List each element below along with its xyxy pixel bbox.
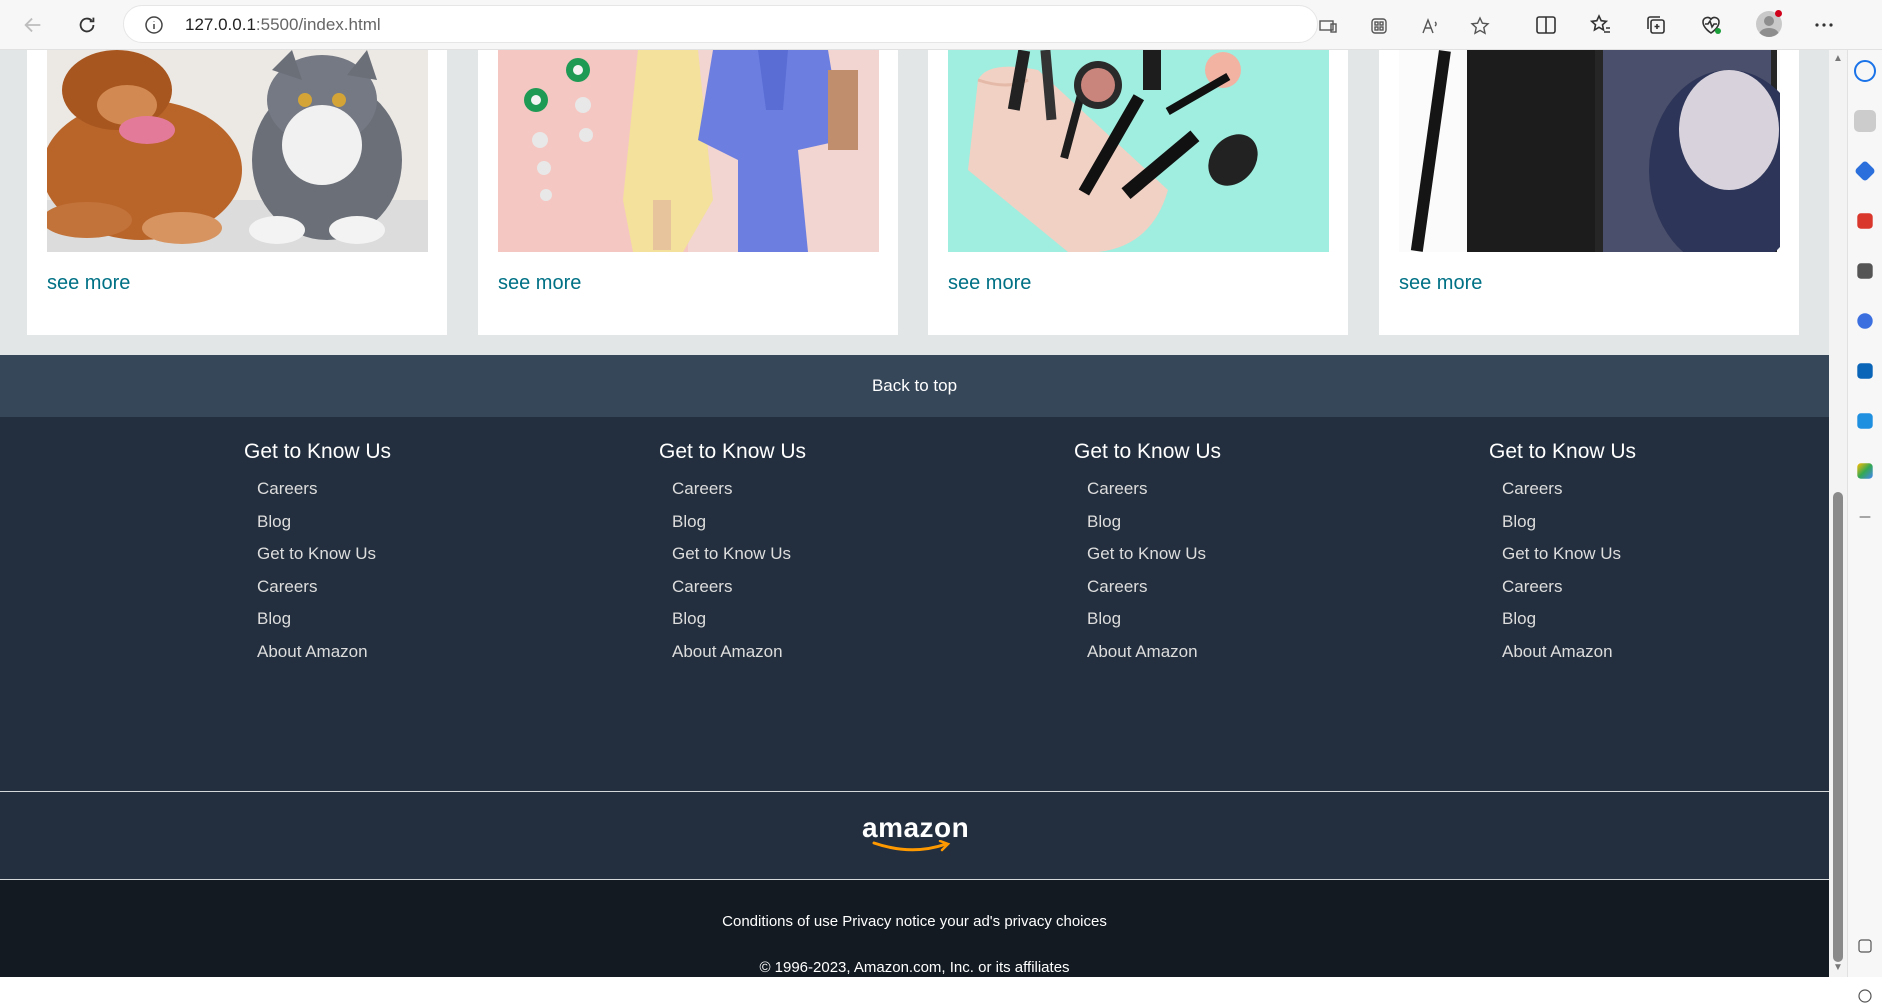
footer-link[interactable]: Blog	[672, 506, 959, 539]
games-icon[interactable]	[1857, 263, 1873, 279]
back-to-top-button[interactable]: Back to top	[0, 355, 1829, 417]
outlook-icon[interactable]	[1857, 363, 1873, 379]
card-image-beauty[interactable]	[948, 50, 1329, 252]
category-card: see more	[478, 50, 898, 335]
footer-column-heading: Get to Know Us	[244, 440, 392, 463]
collections-icon[interactable]	[1644, 13, 1668, 37]
footer-column: Get to Know Us Careers Blog Get to Know …	[1074, 440, 1374, 668]
drive-icon[interactable]	[1857, 463, 1873, 479]
footer-link[interactable]: Blog	[1087, 603, 1374, 636]
read-aloud-icon[interactable]	[1420, 16, 1440, 36]
url-text[interactable]: 127.0.0.1:5500/index.html	[185, 15, 381, 35]
edge-sidebar	[1847, 50, 1882, 1003]
footer-link[interactable]: Blog	[672, 603, 959, 636]
url-host: 127.0.0.1	[185, 15, 256, 34]
footer-link[interactable]: About Amazon	[1502, 636, 1789, 669]
footer-link[interactable]: Careers	[672, 571, 959, 604]
address-bar[interactable]: 127.0.0.1:5500/index.html	[123, 5, 1490, 43]
browser-toolbar: 127.0.0.1:5500/index.html	[0, 0, 1882, 50]
back-button[interactable]	[17, 9, 49, 41]
add-panel-icon[interactable]	[1859, 516, 1871, 518]
footer-column: Get to Know Us Careers Blog Get to Know …	[1489, 440, 1789, 668]
refresh-icon	[79, 17, 95, 33]
amazon-logo[interactable]: amazon	[862, 812, 969, 852]
footer-links: Get to Know Us Careers Blog Get to Know …	[0, 417, 1829, 792]
favorites-icon[interactable]	[1589, 13, 1613, 37]
apps-grid-icon[interactable]	[1369, 16, 1389, 36]
browser-essentials-icon[interactable]	[1699, 13, 1723, 37]
footer-link[interactable]: Get to Know Us	[1502, 538, 1789, 571]
footer-link[interactable]: Careers	[1502, 473, 1789, 506]
phone-illustration	[1399, 50, 1780, 252]
page-viewport: see more see more see more see more Back…	[0, 50, 1829, 977]
category-cards: see more see more see more see more	[0, 50, 1829, 355]
footer-link[interactable]: About Amazon	[257, 636, 544, 669]
shopping-icon[interactable]	[1854, 160, 1876, 182]
search-icon[interactable]	[1854, 110, 1876, 132]
footer-link[interactable]: Careers	[1087, 571, 1374, 604]
notification-dot	[1775, 10, 1782, 17]
footer-legal-band: Conditions of use Privacy notice your ad…	[0, 880, 1829, 977]
card-image-pets[interactable]	[47, 50, 428, 252]
footer-link[interactable]: Careers	[1087, 473, 1374, 506]
footer-column-heading: Get to Know Us	[1489, 440, 1637, 463]
footer-link[interactable]: Blog	[1502, 506, 1789, 539]
page-scrollbar[interactable]: ▲ ▼	[1829, 50, 1847, 977]
microsoft-365-icon[interactable]	[1857, 313, 1873, 329]
see-more-link[interactable]: see more	[948, 272, 1031, 295]
split-screen-icon[interactable]	[1534, 13, 1558, 37]
drop-icon[interactable]	[1857, 413, 1873, 429]
copyright-text: © 1996-2023, Amazon.com, Inc. or its aff…	[759, 959, 1070, 976]
card-image-phone[interactable]	[1399, 50, 1780, 252]
category-card: see more	[1379, 50, 1799, 335]
card-image-fashion[interactable]	[498, 50, 879, 252]
settings-gear-icon[interactable]	[1858, 989, 1872, 1003]
info-icon[interactable]	[144, 15, 164, 35]
footer-column: Get to Know Us Careers Blog Get to Know …	[659, 440, 959, 668]
see-more-link[interactable]: see more	[1399, 272, 1482, 295]
footer-link[interactable]: Blog	[1502, 603, 1789, 636]
fashion-illustration	[498, 50, 879, 252]
scroll-down-arrow-icon[interactable]: ▼	[1833, 963, 1843, 973]
legal-links[interactable]: Conditions of use Privacy notice your ad…	[0, 913, 1829, 930]
footer-link[interactable]: Careers	[1502, 571, 1789, 604]
footer-link[interactable]: About Amazon	[1087, 636, 1374, 669]
amazon-smile-icon	[872, 840, 951, 852]
pets-illustration	[47, 50, 428, 252]
category-card: see more	[27, 50, 447, 335]
more-options-icon[interactable]	[1812, 13, 1836, 37]
hide-sidebar-icon[interactable]	[1858, 939, 1872, 953]
beauty-illustration	[948, 50, 1329, 252]
footer-link[interactable]: Blog	[257, 506, 544, 539]
url-path: :5500/index.html	[255, 15, 381, 34]
footer-column-heading: Get to Know Us	[1074, 440, 1222, 463]
footer-column: Get to Know Us Careers Blog Get to Know …	[244, 440, 544, 668]
see-more-link[interactable]: see more	[498, 272, 581, 295]
app-available-icon[interactable]	[1318, 16, 1338, 36]
reload-button[interactable]	[71, 9, 103, 41]
footer-link[interactable]: Careers	[257, 473, 544, 506]
arrow-left-icon	[24, 17, 41, 33]
tools-icon[interactable]	[1857, 213, 1873, 229]
scroll-up-arrow-icon[interactable]: ▲	[1833, 54, 1843, 64]
footer-link[interactable]: Get to Know Us	[257, 538, 544, 571]
footer-link[interactable]: Blog	[1087, 506, 1374, 539]
favorite-star-icon[interactable]	[1470, 16, 1490, 36]
footer-link[interactable]: Careers	[257, 571, 544, 604]
footer-link[interactable]: About Amazon	[672, 636, 959, 669]
footer-link[interactable]: Get to Know Us	[672, 538, 959, 571]
footer-link[interactable]: Get to Know Us	[1087, 538, 1374, 571]
copilot-icon[interactable]	[1854, 60, 1876, 82]
footer-logo-band: amazon	[0, 792, 1829, 880]
see-more-link[interactable]: see more	[47, 272, 130, 295]
footer-column-heading: Get to Know Us	[659, 440, 807, 463]
scrollbar-thumb[interactable]	[1833, 492, 1843, 962]
footer-link[interactable]: Blog	[257, 603, 544, 636]
category-card: see more	[928, 50, 1348, 335]
footer-link[interactable]: Careers	[672, 473, 959, 506]
